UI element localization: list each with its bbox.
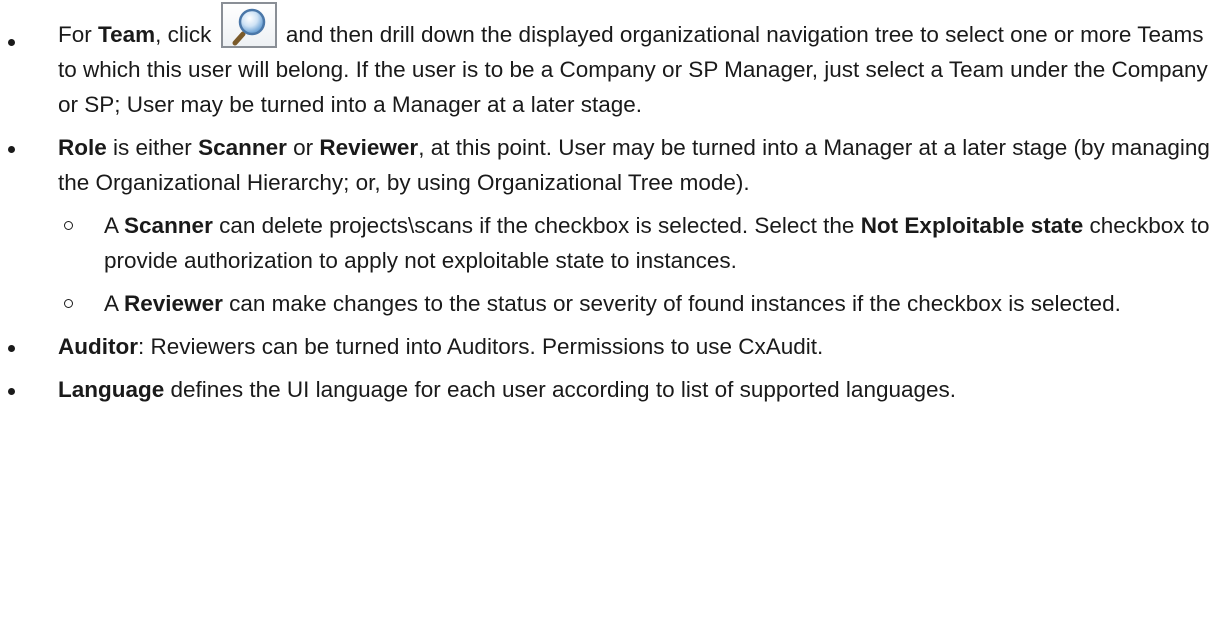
bold-term-role: Role [58,135,107,160]
bold-term-scanner: Scanner [124,213,213,238]
bullet-dot [8,146,15,153]
bold-term-scanner: Scanner [198,135,287,160]
text: For [58,22,99,47]
text: defines the UI language for each user ac… [164,377,957,402]
text: can delete projects\scans if the checkbo… [212,213,861,238]
bold-term-reviewer: Reviewer [319,135,419,160]
sub-item-scanner: A Scanner can delete projects\scans if t… [58,208,1220,278]
document-body: For Team, click and then drill down the … [0,0,1220,407]
list-item-team: For Team, click and then drill down the … [0,2,1220,122]
text: A [104,291,125,316]
magnifier-search-icon [232,8,265,46]
bold-term-auditor: Auditor [58,334,138,359]
circle-bullet [64,299,73,308]
search-button[interactable] [220,2,277,48]
bold-term-reviewer: Reviewer [124,291,223,316]
sub-list: A Scanner can delete projects\scans if t… [58,208,1220,321]
bullet-list: For Team, click and then drill down the … [0,2,1220,407]
bold-term-not-exploitable: Not Exploitable state [860,213,1084,238]
sub-item-reviewer: A Reviewer can make changes to the statu… [58,286,1220,321]
text: or [286,135,320,160]
text: can make changes to the status or severi… [222,291,1121,316]
bold-term-team: Team [98,22,156,47]
text: A [104,213,125,238]
list-item-role: Role is either Scanner or Reviewer, at t… [0,130,1220,321]
bullet-dot [8,39,15,46]
bold-term-language: Language [58,377,165,402]
text: : Reviewers can be turned into Auditors.… [137,334,824,359]
bullet-dot [8,388,15,395]
circle-bullet [64,221,73,230]
list-item-auditor: Auditor: Reviewers can be turned into Au… [0,329,1220,364]
text: , click [155,22,218,47]
bullet-dot [8,345,15,352]
list-item-language: Language defines the UI language for eac… [0,372,1220,407]
text: is either [106,135,199,160]
